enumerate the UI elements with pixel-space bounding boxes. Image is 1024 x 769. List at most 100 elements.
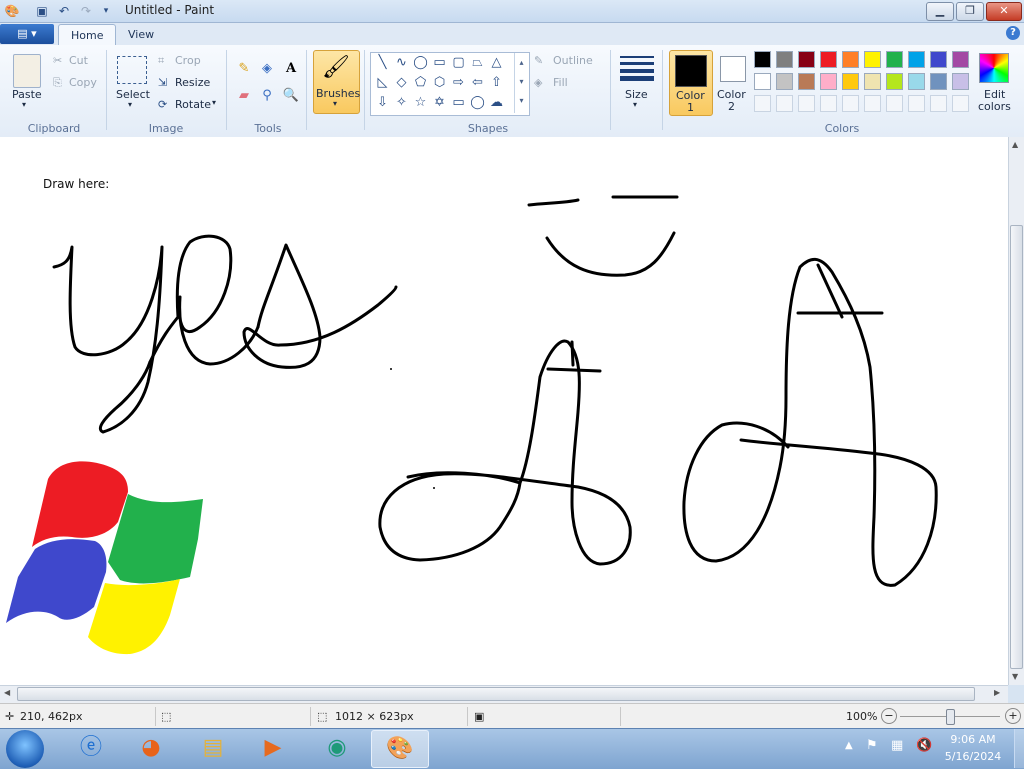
cloud-callout-shape-icon[interactable]: ☁ [488, 94, 505, 111]
shapes-scroll-icon[interactable]: ▴ ▾ ▾ [514, 53, 528, 113]
help-icon[interactable]: ? [1006, 26, 1020, 40]
cut-button[interactable]: Cut [69, 54, 88, 67]
cut-icon[interactable]: ✂ [53, 54, 62, 67]
file-explorer-icon[interactable]: ▤ [188, 730, 238, 766]
color1-button[interactable]: Color 1 [669, 50, 713, 116]
palette-swatch[interactable] [798, 51, 815, 68]
palette-swatch[interactable] [952, 73, 969, 90]
palette-swatch[interactable] [754, 73, 771, 90]
custom-color-slot[interactable] [754, 95, 771, 112]
resize-button[interactable]: Resize [175, 76, 210, 89]
palette-swatch[interactable] [886, 73, 903, 90]
scroll-down-icon[interactable]: ▼ [1012, 672, 1018, 681]
palette-swatch[interactable] [952, 51, 969, 68]
down-arrow-shape-icon[interactable]: ⇩ [374, 94, 391, 111]
outline-icon[interactable]: ✎ [534, 54, 543, 67]
size-icon[interactable] [620, 54, 654, 81]
custom-color-slot[interactable] [952, 95, 969, 112]
palette-swatch[interactable] [842, 73, 859, 90]
color2-button[interactable]: Color 2 [714, 50, 750, 114]
scroll-up-icon[interactable]: ▲ [1012, 140, 1018, 149]
custom-color-slot[interactable] [908, 95, 925, 112]
rotate-icon[interactable]: ⟳ [158, 98, 167, 111]
hexagon-shape-icon[interactable]: ⬡ [431, 74, 448, 91]
oval-shape-icon[interactable]: ◯ [412, 54, 429, 71]
palette-swatch[interactable] [886, 51, 903, 68]
custom-color-slot[interactable] [930, 95, 947, 112]
internet-explorer-icon[interactable]: ⓔ [66, 730, 116, 766]
palette-swatch[interactable] [908, 51, 925, 68]
right-arrow-shape-icon[interactable]: ⇨ [450, 74, 467, 91]
palette-swatch[interactable] [820, 51, 837, 68]
resize-icon[interactable]: ⇲ [158, 76, 167, 89]
pentagon-shape-icon[interactable]: ⬠ [412, 74, 429, 91]
zoom-slider-thumb[interactable] [946, 709, 955, 725]
eraser-icon[interactable]: ▰ [235, 87, 253, 105]
action-center-flag-icon[interactable]: ⚑ [866, 738, 878, 753]
select-dropdown-icon[interactable]: ▾ [128, 100, 132, 109]
copy-button[interactable]: Copy [69, 76, 97, 89]
text-tool-icon[interactable]: A [282, 60, 300, 78]
paint-app-icon[interactable]: 🎨 [4, 3, 20, 19]
paint-taskbar-icon[interactable]: 🎨 [371, 730, 429, 768]
zoom-in-icon[interactable]: + [1005, 708, 1021, 724]
rotate-button[interactable]: Rotate [175, 98, 211, 111]
paste-dropdown-icon[interactable]: ▾ [22, 100, 26, 109]
zoom-out-icon[interactable]: − [881, 708, 897, 724]
palette-swatch[interactable] [820, 73, 837, 90]
edit-colors-icon[interactable] [979, 53, 1009, 83]
edit-colors-label-line2[interactable]: colors [978, 100, 1011, 113]
right-triangle-shape-icon[interactable]: ◺ [374, 74, 391, 91]
palette-swatch[interactable] [776, 73, 793, 90]
palette-swatch[interactable] [864, 51, 881, 68]
diamond-shape-icon[interactable]: ◇ [393, 74, 410, 91]
customize-quick-access-icon[interactable]: ▾ [98, 3, 114, 19]
brushes-button[interactable]: 🖌 Brushes ▾ [313, 50, 360, 114]
scroll-left-icon[interactable]: ◀ [4, 688, 10, 697]
palette-swatch[interactable] [798, 73, 815, 90]
horizontal-scroll-thumb[interactable] [17, 687, 975, 701]
media-player-icon[interactable]: ▶ [248, 730, 298, 766]
drawing-canvas[interactable]: Draw here: [0, 137, 1008, 685]
crop-button[interactable]: Crop [175, 54, 201, 67]
line-shape-icon[interactable]: ╲ [374, 54, 391, 71]
six-point-star-shape-icon[interactable]: ✡ [431, 94, 448, 111]
tab-view[interactable]: View [116, 24, 166, 45]
rounded-rectangle-shape-icon[interactable]: ▢ [450, 54, 467, 71]
show-desktop-button[interactable] [1014, 729, 1024, 768]
palette-swatch[interactable] [930, 51, 947, 68]
palette-swatch[interactable] [776, 51, 793, 68]
up-arrow-shape-icon[interactable]: ⇧ [488, 74, 505, 91]
select-icon[interactable] [117, 56, 147, 84]
palette-swatch[interactable] [864, 73, 881, 90]
custom-color-slot[interactable] [864, 95, 881, 112]
fill-bucket-icon[interactable]: ◈ [258, 60, 276, 78]
fill-icon[interactable]: ◈ [534, 76, 542, 89]
volume-muted-icon[interactable]: 🔇 [916, 738, 932, 753]
custom-color-slot[interactable] [820, 95, 837, 112]
undo-icon[interactable]: ↶ [56, 3, 72, 19]
minimize-button[interactable]: ▁ [926, 2, 954, 21]
four-point-star-shape-icon[interactable]: ✧ [393, 94, 410, 111]
custom-color-slot[interactable] [798, 95, 815, 112]
paste-icon[interactable] [13, 54, 41, 88]
palette-swatch[interactable] [930, 73, 947, 90]
restore-button[interactable]: ❐ [956, 2, 984, 21]
show-hidden-icons-icon[interactable]: ▲ [845, 740, 853, 751]
custom-color-slot[interactable] [776, 95, 793, 112]
left-arrow-shape-icon[interactable]: ⇦ [469, 74, 486, 91]
palette-swatch[interactable] [754, 51, 771, 68]
select-button[interactable]: Select [116, 88, 150, 101]
tab-home[interactable]: Home [58, 24, 117, 46]
pencil-icon[interactable]: ✎ [235, 60, 253, 78]
app-icon[interactable]: ◉ [312, 730, 362, 766]
rotate-dropdown-icon[interactable]: ▾ [212, 98, 216, 107]
five-point-star-shape-icon[interactable]: ☆ [412, 94, 429, 111]
rectangle-shape-icon[interactable]: ▭ [431, 54, 448, 71]
magnifier-icon[interactable]: 🔍 [282, 87, 300, 105]
polygon-shape-icon[interactable]: ⏢ [469, 54, 486, 71]
scroll-right-icon[interactable]: ▶ [994, 688, 1000, 697]
copy-icon[interactable]: ⎘ [53, 76, 62, 90]
color-picker-icon[interactable]: ⚲ [258, 87, 276, 105]
start-button[interactable] [6, 730, 44, 768]
